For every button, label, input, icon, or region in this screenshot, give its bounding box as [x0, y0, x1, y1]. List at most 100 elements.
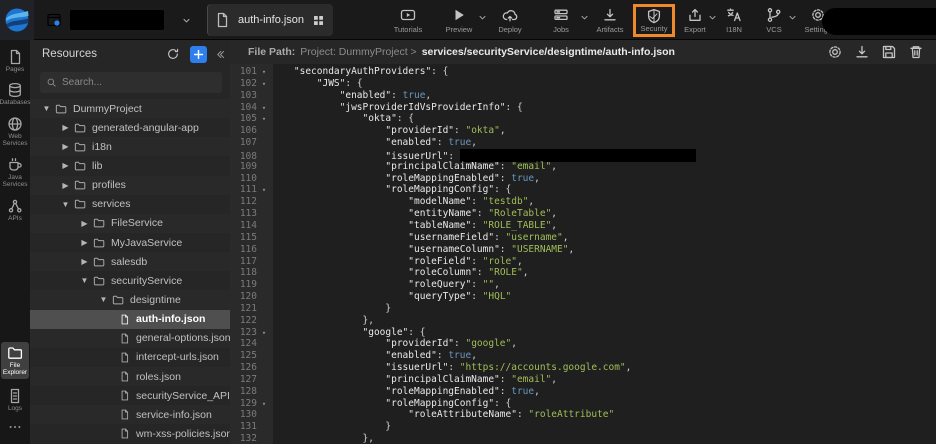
- refresh-icon[interactable]: [164, 45, 182, 63]
- code-line-102[interactable]: 102▾ "JWS": {: [230, 78, 696, 90]
- code-line-104[interactable]: 104▾ "jwsProviderIdVsProviderInfo": {: [230, 102, 696, 114]
- code-line-132[interactable]: 132 },: [230, 433, 696, 444]
- tree-folder-generated-angular-app[interactable]: ▶generated-angular-app: [30, 118, 230, 137]
- code-editor[interactable]: 101▾ "secondaryAuthProviders": {102▾ "JW…: [230, 64, 936, 444]
- tree-expand-arrow[interactable]: ▶: [59, 181, 72, 190]
- tree-file-service-info.json[interactable]: service-info.json: [30, 405, 230, 424]
- code-line-130[interactable]: 130 "roleAttributeName": "roleAttribute": [230, 409, 696, 421]
- sidebar-item-file-explorer[interactable]: File Explorer: [1, 342, 29, 379]
- sidebar-item-logs[interactable]: Logs: [0, 388, 30, 412]
- toolbar-artifacts[interactable]: Artifacts: [587, 3, 633, 39]
- code-line-120[interactable]: 120 "queryType": "HQL": [230, 291, 696, 303]
- toolbar-preview[interactable]: Preview: [433, 3, 485, 39]
- code-line-122[interactable]: 122 },: [230, 315, 696, 327]
- tree-folder-services[interactable]: ▼services: [30, 195, 230, 214]
- sidebar-item-java-services[interactable]: Java Services: [0, 157, 30, 189]
- toolbar-vcs[interactable]: VCS: [753, 3, 795, 39]
- toolbar-jobs[interactable]: Jobs: [535, 3, 587, 39]
- code-line-107[interactable]: 107 "enabled": true,: [230, 137, 696, 149]
- tree-file-wm-xss-policies.json[interactable]: wm-xss-policies.json: [30, 424, 230, 443]
- tree-file-intercept-urls.json[interactable]: intercept-urls.json: [30, 348, 230, 367]
- tree-expand-arrow[interactable]: ▶: [59, 123, 72, 132]
- settings-file-button[interactable]: [827, 44, 843, 60]
- tree-collapse-arrow[interactable]: ▼: [59, 200, 72, 209]
- code-line-127[interactable]: 127 "principalClaimName": "email",: [230, 374, 696, 386]
- sidebar-item-more[interactable]: [0, 420, 30, 434]
- code-line-121[interactable]: 121 }: [230, 303, 696, 315]
- code-line-126[interactable]: 126 "issuerUrl": "https://accounts.googl…: [230, 362, 696, 374]
- code-line-101[interactable]: 101▾ "secondaryAuthProviders": {: [230, 66, 696, 78]
- project-selector[interactable]: [44, 7, 191, 33]
- tree-folder-FileService[interactable]: ▶FileService: [30, 214, 230, 233]
- wavemaker-logo[interactable]: [0, 0, 34, 40]
- tree-collapse-arrow[interactable]: ▼: [78, 276, 91, 285]
- download-file-button[interactable]: [854, 44, 870, 60]
- tree-folder-securityService[interactable]: ▼securityService: [30, 271, 230, 290]
- dashboard-grid-icon[interactable]: [312, 14, 325, 27]
- code-line-109[interactable]: 109 "principalClaimName": "email",: [230, 161, 696, 173]
- tree-folder-DummyProject[interactable]: ▼DummyProject: [30, 99, 230, 118]
- line-number: 106: [230, 125, 257, 137]
- sidebar-item-label: Databases: [0, 99, 31, 106]
- tree-folder-salesdb[interactable]: ▶salesdb: [30, 252, 230, 271]
- code-line-116[interactable]: 116 "usernameColumn": "USERNAME",: [230, 244, 696, 256]
- tree-expand-arrow[interactable]: ▶: [78, 238, 91, 247]
- left-rail: Pages Databases Web Services Java Services A…: [0, 40, 30, 444]
- code-line-115[interactable]: 115 "usernameField": "username",: [230, 232, 696, 244]
- code-line-129[interactable]: 129▾ "roleMappingConfig": {: [230, 398, 696, 410]
- sidebar-item-databases[interactable]: Databases: [0, 82, 30, 106]
- fold-arrow-icon[interactable]: ▾: [257, 79, 271, 91]
- tree-file-securityService_API.json[interactable]: securityService_API.json: [30, 386, 230, 405]
- toolbar-deploy[interactable]: Deploy: [485, 3, 535, 39]
- file-icon: [214, 12, 230, 28]
- tree-folder-MyJavaService[interactable]: ▶MyJavaService: [30, 233, 230, 252]
- code-line-103[interactable]: 103 "enabled": true,: [230, 90, 696, 102]
- tree-folder-lib[interactable]: ▶lib: [30, 156, 230, 175]
- tree-expand-arrow[interactable]: ▶: [59, 142, 72, 151]
- collapse-panel-icon[interactable]: [214, 49, 226, 60]
- line-number: 128: [230, 386, 257, 398]
- code-line-119[interactable]: 119 "roleQuery": "",: [230, 279, 696, 291]
- delete-file-button[interactable]: [908, 44, 924, 60]
- breadcrumb-path: services/securityService/designtime/auth…: [422, 46, 675, 58]
- code-line-117[interactable]: 117 "roleField": "role",: [230, 256, 696, 268]
- code-line-131[interactable]: 131 }: [230, 421, 696, 433]
- tree-collapse-arrow[interactable]: ▼: [40, 104, 53, 113]
- toolbar-security[interactable]: Security: [633, 4, 675, 37]
- search-input[interactable]: [62, 77, 202, 88]
- code-line-118[interactable]: 118 "roleColumn": "ROLE",: [230, 267, 696, 279]
- code-line-112[interactable]: 112 "modelName": "testdb",: [230, 196, 696, 208]
- toolbar-preview-label: Preview: [446, 25, 473, 34]
- toolbar-i18n[interactable]: I18N: [715, 3, 753, 39]
- tree-collapse-arrow[interactable]: ▼: [97, 295, 110, 304]
- open-file-tab[interactable]: auth-info.json: [207, 4, 333, 36]
- tree-expand-arrow[interactable]: ▶: [78, 219, 91, 228]
- code-line-124[interactable]: 124 "providerId": "google",: [230, 338, 696, 350]
- code-line-123[interactable]: 123▾ "google": {: [230, 327, 696, 339]
- tree-file-auth-info.json[interactable]: auth-info.json: [30, 310, 230, 329]
- code-line-110[interactable]: 110 "roleMappingEnabled": true,: [230, 173, 696, 185]
- sidebar-item-web-services[interactable]: Web Services: [0, 116, 30, 148]
- tree-file-general-options.json[interactable]: general-options.json: [30, 329, 230, 348]
- code-line-108[interactable]: 108 "issuerUrl":: [230, 149, 696, 161]
- code-line-114[interactable]: 114 "tableName": "ROLE_TABLE",: [230, 220, 696, 232]
- tree-file-roles.json[interactable]: roles.json: [30, 367, 230, 386]
- tree-folder-profiles[interactable]: ▶profiles: [30, 176, 230, 195]
- tree-folder-i18n[interactable]: ▶i18n: [30, 137, 230, 156]
- code-line-125[interactable]: 125 "enabled": true,: [230, 350, 696, 362]
- tree-folder-designtime[interactable]: ▼designtime: [30, 290, 230, 309]
- save-file-button[interactable]: [881, 44, 897, 60]
- tree-expand-arrow[interactable]: ▶: [59, 161, 72, 170]
- code-line-111[interactable]: 111▾ "roleMappingConfig": {: [230, 184, 696, 196]
- code-line-113[interactable]: 113 "entityName": "RoleTable",: [230, 208, 696, 220]
- code-line-105[interactable]: 105▾ "okta": {: [230, 113, 696, 125]
- code-line-128[interactable]: 128 "roleMappingEnabled": true,: [230, 386, 696, 398]
- toolbar-export[interactable]: Export: [675, 3, 715, 39]
- tree-expand-arrow[interactable]: ▶: [78, 257, 91, 266]
- cloud-up-icon: [502, 7, 518, 23]
- sidebar-item-pages[interactable]: Pages: [0, 49, 30, 73]
- add-resource-button[interactable]: [190, 46, 207, 63]
- toolbar-tutorials[interactable]: Tutorials: [383, 3, 433, 39]
- code-line-106[interactable]: 106 "providerId": "okta",: [230, 125, 696, 137]
- sidebar-item-apis[interactable]: APIs: [0, 198, 30, 222]
